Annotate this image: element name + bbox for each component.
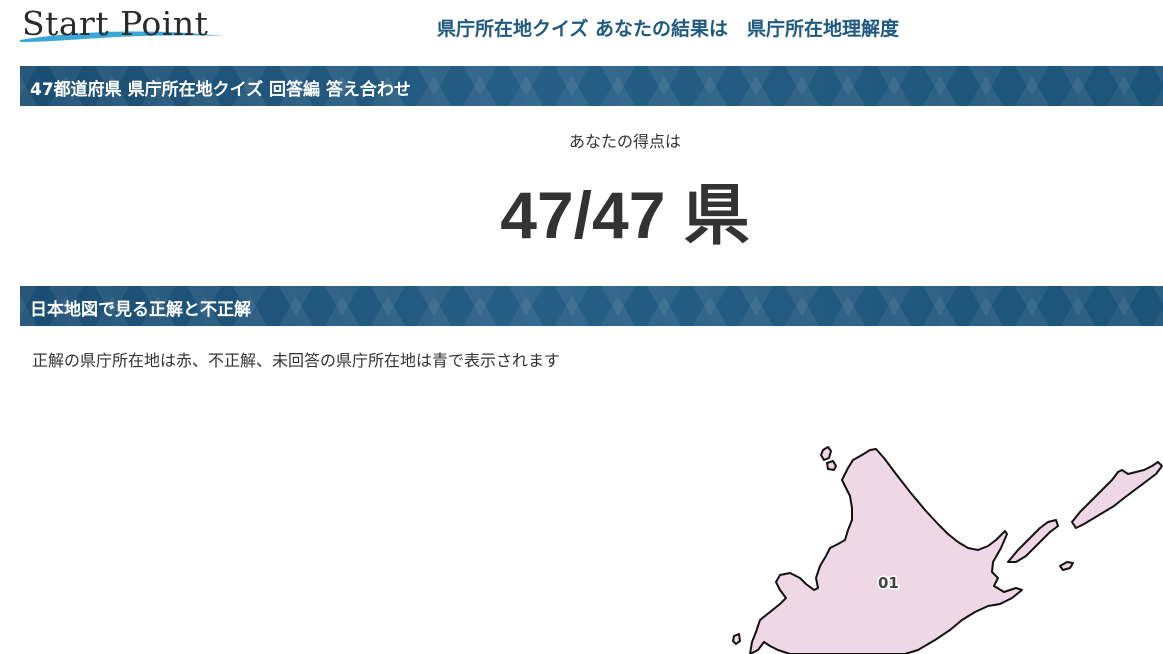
hokkaido-shikotan-island	[1059, 561, 1074, 571]
hokkaido-okushiri-island	[732, 633, 741, 645]
prefecture-hokkaido[interactable]: 01	[732, 446, 1163, 654]
hokkaido-etorofu-island	[1071, 461, 1163, 529]
hokkaido-main-island	[749, 448, 1023, 654]
hokkaido-rishiri-island	[820, 446, 832, 461]
japan-map: 01	[732, 446, 1163, 654]
hokkaido-kunashiri-island	[1007, 519, 1059, 563]
prefecture-code-01: 01	[878, 574, 899, 592]
hokkaido-rebun-island	[826, 460, 837, 471]
